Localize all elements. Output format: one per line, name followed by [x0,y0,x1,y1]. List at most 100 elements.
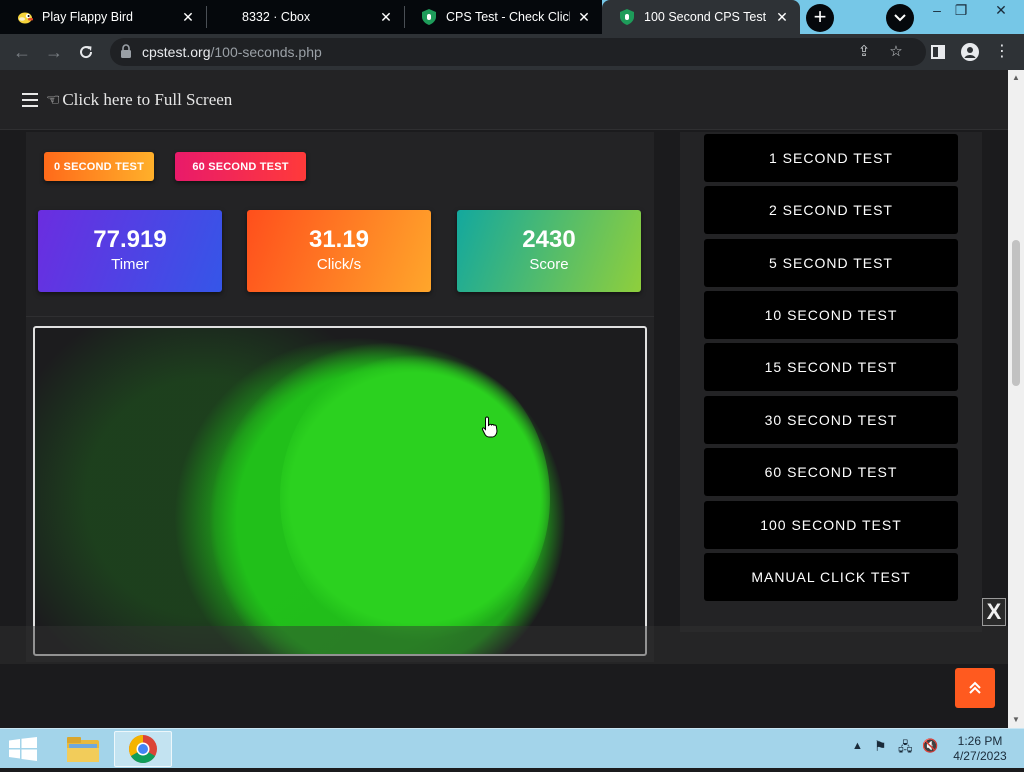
tab-cps-test[interactable]: CPS Test - Check Clicks p ✕ [404,0,602,34]
tab-100-second-cps[interactable]: 100 Second CPS Test - Th ✕ [602,0,800,34]
side-panel-icon[interactable] [928,42,948,62]
sidebar-test-label: MANUAL CLICK TEST [751,569,911,585]
overlay-close-button[interactable]: X [982,598,1006,626]
cps-test-panel: 0 SECOND TEST 60 SECOND TEST 77.919 Time… [26,132,654,662]
site-header: ☜ Click here to Full Screen [0,70,1008,130]
hand-cursor-icon [481,416,498,438]
sidebar-test-label: 10 SECOND TEST [764,307,898,323]
taskbar-clock[interactable]: 1:26 PM 4/27/2023 [950,734,1010,764]
tab-strip: Play Flappy Bird ✕ 8332 · Cbox ✕ CPS Tes… [0,0,1024,34]
sidebar-test-label: 1 SECOND TEST [769,150,893,166]
sidebar-test-button[interactable]: 30 SECOND TEST [704,396,958,444]
reload-icon[interactable] [76,42,96,62]
volume-muted-icon[interactable]: 🔇 [922,738,938,754]
restore-button[interactable]: ❐ [946,0,976,22]
close-icon[interactable]: ✕ [180,9,196,26]
sidebar-test-button[interactable]: 1 SECOND TEST [704,134,958,182]
url-path: /100-seconds.php [210,44,322,60]
tab-title: 100 Second CPS Test - Th [644,10,768,24]
click-area[interactable] [33,326,647,656]
fullscreen-link[interactable]: ☜ Click here to Full Screen [46,90,232,110]
sidebar-test-button[interactable]: 60 SECOND TEST [704,448,958,496]
windows-start-icon[interactable] [8,737,38,761]
url-domain: cpstest.org [142,44,211,60]
score-value: 2430 [522,226,576,253]
pointing-hand-icon: ☜ [46,92,61,109]
tab-title: Play Flappy Bird [42,10,134,24]
clicks-label: Click/s [316,256,362,273]
sidebar-test-label: 5 SECOND TEST [769,255,893,271]
timer-stat: 77.919 Timer [38,210,222,292]
shield-icon [420,8,438,26]
page-scrollbar[interactable]: ▲ ▼ [1008,70,1024,728]
tab-separator [404,6,405,28]
address-bar[interactable]: cpstest.org/100-seconds.php ⇪ ☆ [110,38,926,66]
test-tab-button[interactable]: 0 SECOND TEST [44,152,154,181]
folder-icon [67,737,99,762]
back-arrow-icon[interactable]: ← [12,42,32,62]
timer-label: Timer [111,256,149,273]
clicks-value: 31.19 [308,226,370,253]
browser-toolbar: ← → cpstest.org/100-seconds.php ⇪ ☆ ⋮ [0,34,1024,70]
kebab-menu-icon[interactable]: ⋮ [992,42,1012,62]
shield-icon [618,8,636,26]
forward-arrow-icon[interactable]: → [44,42,64,62]
test-tab-label: 60 SECOND TEST [192,160,289,173]
test-tab-button[interactable]: 60 SECOND TEST [175,152,306,181]
scrollbar-thumb[interactable] [1012,240,1020,386]
sidebar-test-button[interactable]: 10 SECOND TEST [704,291,958,339]
scroll-to-top-button[interactable] [955,668,995,708]
close-icon[interactable]: ✕ [576,9,592,26]
new-tab-button[interactable]: + [806,4,834,32]
url-text: cpstest.org/100-seconds.php [142,44,322,60]
clicks-per-second-stat: 31.19 Click/s [247,210,431,292]
chrome-taskbar-button[interactable] [114,731,172,767]
sidebar-test-button[interactable]: 5 SECOND TEST [704,239,958,287]
sidebar-test-button[interactable]: 15 SECOND TEST [704,343,958,391]
tab-separator [206,6,207,28]
tab-title: 8332 · Cbox [242,10,311,24]
chevron-down-icon [894,11,906,25]
test-tab-label: 0 SECOND TEST [53,160,144,173]
star-icon[interactable]: ☆ [888,44,904,60]
sidebar-test-button[interactable]: 2 SECOND TEST [704,186,958,234]
close-icon[interactable]: ✕ [378,9,394,26]
share-icon[interactable]: ⇪ [856,44,872,60]
clock-date: 4/27/2023 [953,749,1007,763]
sidebar-test-label: 100 SECOND TEST [760,517,902,533]
tray-expand-icon[interactable]: ▲ [852,740,863,752]
sidebar: 1 SECOND TEST 2 SECOND TEST 5 SECOND TES… [680,132,982,632]
action-center-flag-icon[interactable]: ⚑ [874,738,887,755]
test-tabs: 0 SECOND TEST 60 SECOND TEST [26,132,654,206]
hamburger-menu-icon[interactable] [22,93,38,107]
divider [26,316,654,317]
timer-value: 77.919 [93,226,167,253]
sidebar-test-button[interactable]: 100 SECOND TEST [704,501,958,549]
double-chevron-up-icon [969,681,981,694]
sidebar-test-label: 30 SECOND TEST [764,412,898,428]
file-explorer-taskbar-button[interactable] [54,731,112,767]
tab-title: CPS Test - Check Clicks p [446,10,570,24]
sidebar-test-label: 15 SECOND TEST [764,359,898,375]
chrome-icon [129,735,157,763]
web-page: ☜ Click here to Full Screen 0 SECOND TES… [0,70,1008,728]
close-icon[interactable]: ✕ [774,9,790,26]
window-close-button[interactable]: ✕ [986,0,1016,22]
lock-icon [120,44,134,60]
tab-cbox[interactable]: 8332 · Cbox ✕ [206,0,404,34]
scroll-down-arrow-icon[interactable]: ▼ [1008,712,1024,728]
windows-taskbar: ▲ ⚑ 🖧 🔇 1:26 PM 4/27/2023 [0,728,1024,768]
tab-flappy-bird[interactable]: Play Flappy Bird ✕ [0,0,206,34]
sidebar-test-button[interactable]: MANUAL CLICK TEST [704,553,958,601]
score-stat: 2430 Score [457,210,641,292]
flappy-bird-icon [16,8,34,26]
tab-search-button[interactable] [886,4,914,32]
clock-time: 1:26 PM [957,734,1003,748]
scroll-up-arrow-icon[interactable]: ▲ [1008,70,1024,86]
network-icon[interactable]: 🖧 [898,738,913,760]
sidebar-test-label: 2 SECOND TEST [769,202,893,218]
profile-avatar-icon[interactable] [960,42,980,62]
ad-overlay-bar [0,626,1008,664]
fullscreen-link-label: Click here to Full Screen [62,90,233,109]
sidebar-test-label: 60 SECOND TEST [764,464,898,480]
